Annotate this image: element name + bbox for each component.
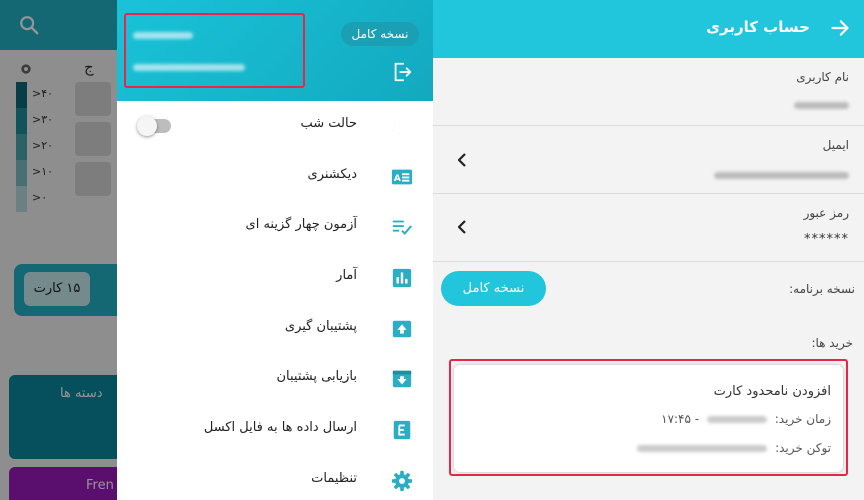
menu-item-settings[interactable]: تنظیمات xyxy=(117,456,433,500)
drawer-scrim[interactable] xyxy=(0,0,117,500)
menu-item-quiz[interactable]: آزمون چهار گزینه ای xyxy=(117,202,433,253)
premium-version-button[interactable]: نسخه کامل xyxy=(441,271,546,306)
menu-item-label: آزمون چهار گزینه ای xyxy=(245,217,357,233)
purchase-token-label: توکن خرید: xyxy=(775,441,831,455)
checklist-icon xyxy=(392,220,412,236)
password-label: رمز عبور xyxy=(803,206,849,220)
account-toolbar: حساب کاربری xyxy=(433,0,864,58)
menu-item-label: پشتیبان گیری xyxy=(284,318,357,334)
backup-upload-icon xyxy=(392,320,412,337)
drawer-menu: حالت شب A دیکشنری آزمون چهار گزینه ای آم… xyxy=(117,101,433,500)
username-row: نام کاربری xyxy=(433,58,864,126)
purchase-card: افزودن نامحدود کارت زمان خرید: - ۱۷:۴۵ ت… xyxy=(454,365,843,472)
redacted-token xyxy=(637,445,768,452)
email-label: ایمیل xyxy=(822,138,849,152)
user-info-highlight xyxy=(124,13,305,88)
restore-download-icon xyxy=(392,371,412,388)
dictionary-icon: A xyxy=(391,169,413,185)
purchase-title: افزودن نامحدود کارت xyxy=(713,384,831,399)
navigation-drawer: نسخه کامل حالت شب A دیکشنری آزمون چهار گ… xyxy=(117,0,433,500)
purchase-time-label: زمان خرید: xyxy=(774,412,831,426)
gear-icon xyxy=(391,470,413,491)
back-arrow-icon[interactable] xyxy=(830,18,850,38)
redacted-date xyxy=(706,416,767,423)
email-row[interactable]: ایمیل xyxy=(433,126,864,194)
stats-icon xyxy=(392,268,412,288)
logout-icon[interactable] xyxy=(391,61,413,83)
background-app: ج >۴۰ >۳۰ >۲۰ >۱۰ >۰ ۱۵ کارت دسته ها Fre… xyxy=(0,0,117,500)
redacted-email xyxy=(133,64,245,71)
menu-item-dictionary[interactable]: A دیکشنری xyxy=(117,152,433,203)
svg-text:A: A xyxy=(394,173,402,184)
menu-item-restore[interactable]: بازیابی پشتیبان xyxy=(117,354,433,405)
menu-item-label: آمار xyxy=(336,268,357,284)
menu-item-stats[interactable]: آمار xyxy=(117,253,433,304)
redacted-email xyxy=(714,172,849,179)
premium-badge: نسخه کامل xyxy=(341,22,419,46)
password-row[interactable]: رمز عبور ****** xyxy=(433,194,864,262)
menu-item-label: بازیابی پشتیبان xyxy=(276,369,357,385)
purchase-time-value: - ۱۷:۴۵ xyxy=(661,412,700,426)
password-value: ****** xyxy=(804,232,849,247)
menu-item-backup[interactable]: پشتیبان گیری xyxy=(117,304,433,355)
chevron-left-icon[interactable] xyxy=(456,220,468,234)
version-label: نسخه برنامه: xyxy=(789,282,855,296)
menu-item-label: ارسال داده ها به فایل اکسل xyxy=(203,420,357,436)
page-title: حساب کاربری xyxy=(706,18,810,36)
app-root: ج >۴۰ >۳۰ >۲۰ >۱۰ >۰ ۱۵ کارت دسته ها Fre… xyxy=(0,0,864,500)
moon-icon xyxy=(393,117,402,135)
chevron-left-icon[interactable] xyxy=(456,153,468,167)
username-label: نام کاربری xyxy=(796,70,849,84)
menu-item-excel-export[interactable]: ارسال داده ها به فایل اکسل xyxy=(117,405,433,456)
drawer-header: نسخه کامل xyxy=(117,0,433,101)
account-page: حساب کاربری نام کاربری ایمیل رمز عبور **… xyxy=(433,0,864,500)
toggle-knob xyxy=(137,116,157,136)
menu-item-label: حالت شب xyxy=(300,116,357,131)
menu-item-night-mode[interactable]: حالت شب xyxy=(117,101,433,152)
purchase-token: توکن خرید: xyxy=(633,441,831,455)
purchase-time: زمان خرید: - ۱۷:۴۵ xyxy=(661,412,831,426)
menu-item-label: تنظیمات xyxy=(311,470,357,486)
redacted-username xyxy=(794,102,849,109)
purchases-label: خرید ها: xyxy=(811,336,853,350)
redacted-username xyxy=(133,32,193,39)
night-mode-toggle[interactable] xyxy=(137,116,171,136)
excel-icon xyxy=(393,420,411,440)
menu-item-label: دیکشنری xyxy=(307,166,357,182)
